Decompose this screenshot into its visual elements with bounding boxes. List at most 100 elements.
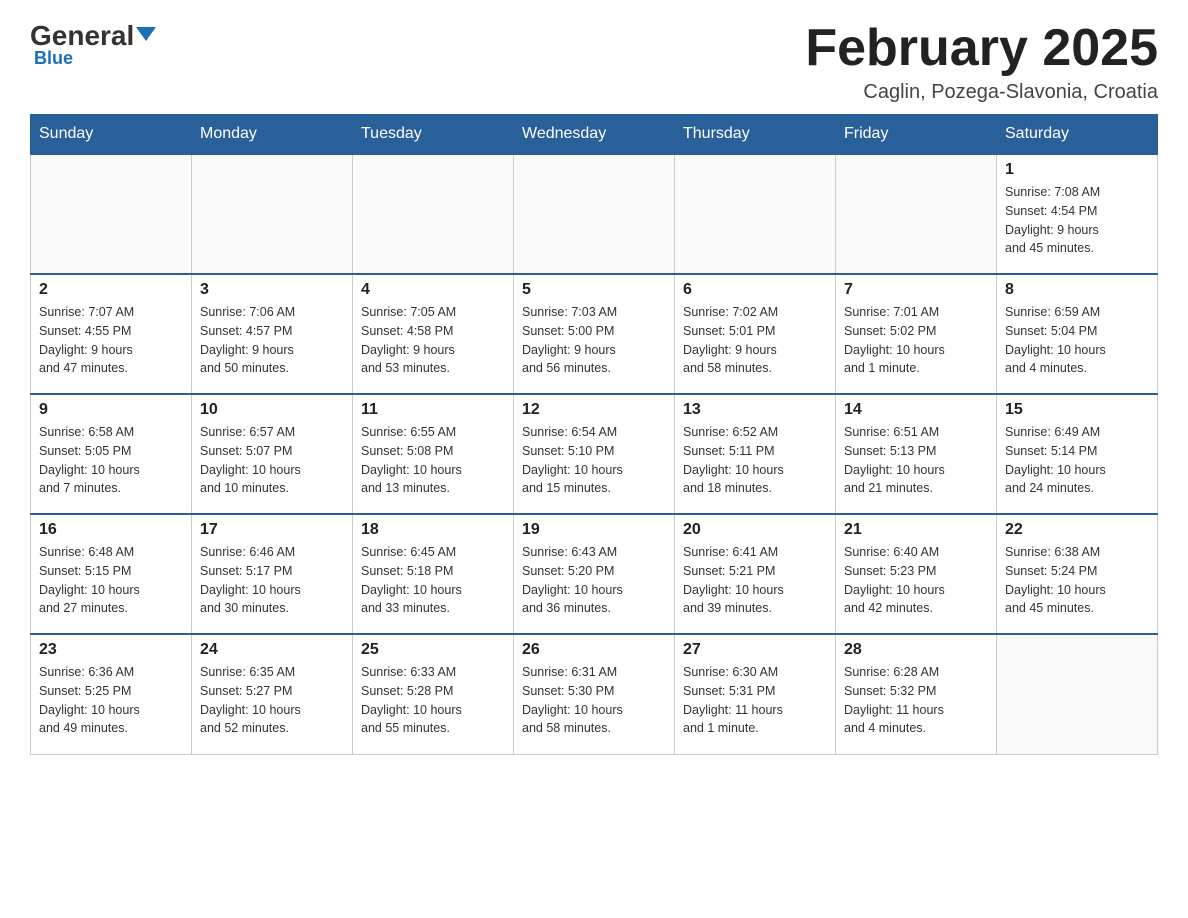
day-number: 28 [844,641,988,659]
table-row: 18Sunrise: 6:45 AMSunset: 5:18 PMDayligh… [353,514,514,634]
table-row: 2 Sunrise: 7:07 AMSunset: 4:55 PMDaylight… [31,274,192,394]
day-number: 16 [39,521,183,539]
day-info: Sunrise: 7:01 AMSunset: 5:02 PMDaylight:… [844,303,988,378]
col-thursday: Thursday [675,115,836,155]
day-info: Sunrise: 7:06 AMSunset: 4:57 PMDaylight:… [200,303,344,378]
table-row: 19Sunrise: 6:43 AMSunset: 5:20 PMDayligh… [514,514,675,634]
day-info: Sunrise: 6:31 AMSunset: 5:30 PMDaylight:… [522,663,666,738]
day-number: 26 [522,641,666,659]
day-number: 7 [844,281,988,299]
table-row: 7 Sunrise: 7:01 AMSunset: 5:02 PMDaylight… [836,274,997,394]
day-number: 13 [683,401,827,419]
table-row: 6 Sunrise: 7:02 AMSunset: 5:01 PMDaylight… [675,274,836,394]
day-info: Sunrise: 6:48 AMSunset: 5:15 PMDaylight:… [39,543,183,618]
day-info: Sunrise: 6:51 AMSunset: 5:13 PMDaylight:… [844,423,988,498]
table-row: 5 Sunrise: 7:03 AMSunset: 5:00 PMDaylight… [514,274,675,394]
day-info: Sunrise: 6:57 AMSunset: 5:07 PMDaylight:… [200,423,344,498]
day-info: Sunrise: 7:05 AMSunset: 4:58 PMDaylight:… [361,303,505,378]
day-number: 2 [39,281,183,299]
calendar-week-row: 2 Sunrise: 7:07 AMSunset: 4:55 PMDaylight… [31,274,1158,394]
day-info: Sunrise: 7:03 AMSunset: 5:00 PMDaylight:… [522,303,666,378]
day-info: Sunrise: 7:02 AMSunset: 5:01 PMDaylight:… [683,303,827,378]
table-row: 27 Sunrise: 6:30 AMSunset: 5:31 PMDayligh… [675,634,836,754]
day-number: 6 [683,281,827,299]
day-info: Sunrise: 6:55 AMSunset: 5:08 PMDaylight:… [361,423,505,498]
day-number: 1 [1005,161,1149,179]
table-row: 20 Sunrise: 6:41 AMSunset: 5:21 PMDayligh… [675,514,836,634]
day-info: Sunrise: 6:28 AMSunset: 5:32 PMDaylight:… [844,663,988,738]
table-row [31,154,192,274]
col-monday: Monday [192,115,353,155]
day-info: Sunrise: 6:38 AMSunset: 5:24 PMDaylight:… [1005,543,1149,618]
day-number: 4 [361,281,505,299]
day-info: Sunrise: 6:36 AMSunset: 5:25 PMDaylight:… [39,663,183,738]
day-info: Sunrise: 6:41 AMSunset: 5:21 PMDaylight:… [683,543,827,618]
page-header: General Blue February 2025 Caglin, Pozeg… [30,20,1158,104]
calendar-table: Sunday Monday Tuesday Wednesday Thursday… [30,114,1158,755]
calendar-header-row: Sunday Monday Tuesday Wednesday Thursday… [31,115,1158,155]
day-info: Sunrise: 6:59 AMSunset: 5:04 PMDaylight:… [1005,303,1149,378]
day-info: Sunrise: 7:07 AMSunset: 4:55 PMDaylight:… [39,303,183,378]
day-number: 3 [200,281,344,299]
table-row [192,154,353,274]
col-sunday: Sunday [31,115,192,155]
table-row: 28 Sunrise: 6:28 AMSunset: 5:32 PMDayligh… [836,634,997,754]
logo-triangle-icon [136,27,156,41]
day-info: Sunrise: 6:46 AMSunset: 5:17 PMDaylight:… [200,543,344,618]
day-number: 9 [39,401,183,419]
day-number: 14 [844,401,988,419]
table-row: 3 Sunrise: 7:06 AMSunset: 4:57 PMDaylight… [192,274,353,394]
col-tuesday: Tuesday [353,115,514,155]
table-row: 22 Sunrise: 6:38 AMSunset: 5:24 PMDayligh… [997,514,1158,634]
calendar-week-row: 9 Sunrise: 6:58 AMSunset: 5:05 PMDaylight… [31,394,1158,514]
day-info: Sunrise: 6:33 AMSunset: 5:28 PMDaylight:… [361,663,505,738]
table-row: 17 Sunrise: 6:46 AMSunset: 5:17 PMDayligh… [192,514,353,634]
title-area: February 2025 Caglin, Pozega-Slavonia, C… [805,20,1158,104]
table-row: 26 Sunrise: 6:31 AMSunset: 5:30 PMDayligh… [514,634,675,754]
day-info: Sunrise: 6:49 AMSunset: 5:14 PMDaylight:… [1005,423,1149,498]
day-info: Sunrise: 6:58 AMSunset: 5:05 PMDaylight:… [39,423,183,498]
day-number: 20 [683,521,827,539]
table-row: 4 Sunrise: 7:05 AMSunset: 4:58 PMDaylight… [353,274,514,394]
day-number: 23 [39,641,183,659]
table-row [353,154,514,274]
day-number: 21 [844,521,988,539]
table-row [675,154,836,274]
table-row: 8 Sunrise: 6:59 AMSunset: 5:04 PMDaylight… [997,274,1158,394]
day-number: 24 [200,641,344,659]
day-number: 10 [200,401,344,419]
table-row: 13 Sunrise: 6:52 AMSunset: 5:11 PMDayligh… [675,394,836,514]
day-number: 19 [522,521,666,539]
table-row: 9 Sunrise: 6:58 AMSunset: 5:05 PMDaylight… [31,394,192,514]
logo: General Blue [30,20,156,69]
day-info: Sunrise: 6:35 AMSunset: 5:27 PMDaylight:… [200,663,344,738]
day-number: 12 [522,401,666,419]
day-info: Sunrise: 6:30 AMSunset: 5:31 PMDaylight:… [683,663,827,738]
table-row [997,634,1158,754]
day-info: Sunrise: 6:40 AMSunset: 5:23 PMDaylight:… [844,543,988,618]
calendar-week-row: 23 Sunrise: 6:36 AMSunset: 5:25 PMDayligh… [31,634,1158,754]
day-number: 5 [522,281,666,299]
day-number: 17 [200,521,344,539]
day-number: 22 [1005,521,1149,539]
table-row: 12 Sunrise: 6:54 AMSunset: 5:10 PMDayligh… [514,394,675,514]
day-number: 27 [683,641,827,659]
table-row: 24 Sunrise: 6:35 AMSunset: 5:27 PMDayligh… [192,634,353,754]
table-row: 21 Sunrise: 6:40 AMSunset: 5:23 PMDayligh… [836,514,997,634]
table-row: 14 Sunrise: 6:51 AMSunset: 5:13 PMDayligh… [836,394,997,514]
table-row: 10 Sunrise: 6:57 AMSunset: 5:07 PMDayligh… [192,394,353,514]
day-info: Sunrise: 6:52 AMSunset: 5:11 PMDaylight:… [683,423,827,498]
table-row: 25Sunrise: 6:33 AMSunset: 5:28 PMDayligh… [353,634,514,754]
location-title: Caglin, Pozega-Slavonia, Croatia [805,81,1158,104]
day-number: 8 [1005,281,1149,299]
col-wednesday: Wednesday [514,115,675,155]
table-row [836,154,997,274]
calendar-week-row: 16 Sunrise: 6:48 AMSunset: 5:15 PMDayligh… [31,514,1158,634]
table-row: 11Sunrise: 6:55 AMSunset: 5:08 PMDayligh… [353,394,514,514]
logo-blue-text: Blue [34,48,73,69]
table-row: 23 Sunrise: 6:36 AMSunset: 5:25 PMDayligh… [31,634,192,754]
table-row: 16 Sunrise: 6:48 AMSunset: 5:15 PMDayligh… [31,514,192,634]
col-saturday: Saturday [997,115,1158,155]
day-info: Sunrise: 6:54 AMSunset: 5:10 PMDaylight:… [522,423,666,498]
table-row: 1Sunrise: 7:08 AMSunset: 4:54 PMDaylight… [997,154,1158,274]
